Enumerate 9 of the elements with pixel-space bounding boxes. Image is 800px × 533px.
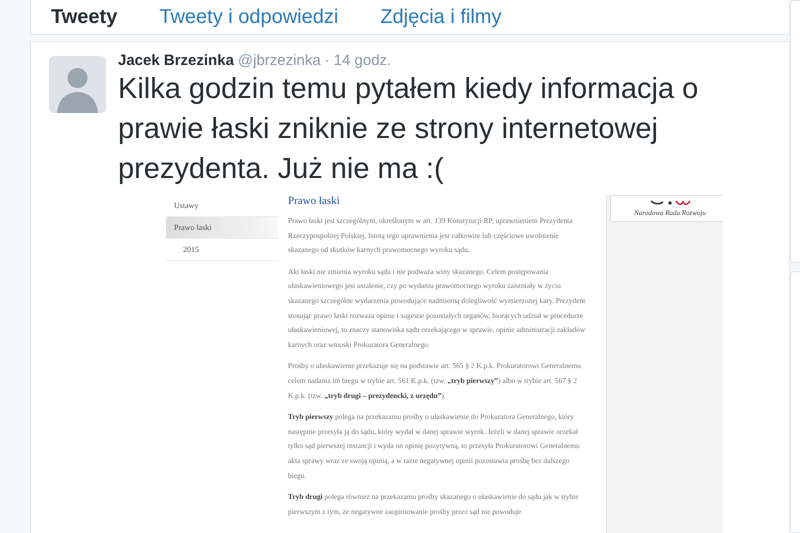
profile-tab[interactable]: Tweety: [51, 6, 118, 28]
separator: ·: [324, 52, 330, 69]
profile-tab[interactable]: Tweety i odpowiedzi: [159, 6, 338, 28]
nav-link[interactable]: Prawo łaski: [166, 217, 278, 239]
page-title: Prawo łaski: [288, 195, 341, 207]
tweet-text: Kilka godzin temu pytałem kiedy informacja o prawie łaski zniknie ze strony internetowej prezydenta. Już nie ma :(: [118, 72, 700, 187]
nav-link[interactable]: 2015: [166, 239, 278, 261]
profile-tab[interactable]: Zdjęcia i filmy: [380, 6, 502, 28]
author-name[interactable]: Jacek Brzezinka: [118, 52, 234, 69]
